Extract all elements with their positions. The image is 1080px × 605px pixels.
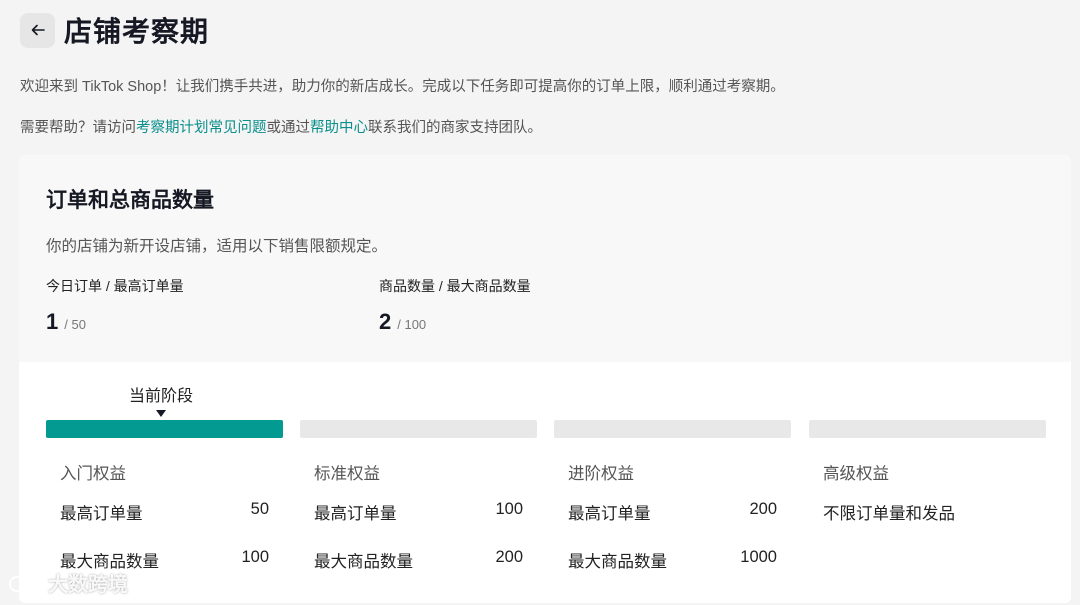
help-prefix: 需要帮助？请访问 — [20, 120, 136, 136]
tier-row-label: 最高订单量 — [60, 505, 143, 523]
tier-row-label: 最高订单量 — [568, 505, 651, 523]
back-button[interactable] — [20, 12, 55, 48]
watermark-text: 大数跨境 — [48, 574, 128, 596]
tier-advanced: 进阶权益 最高订单量 200 最大商品数量 1000 — [554, 420, 791, 572]
tier-row-value: 1000 — [740, 548, 777, 566]
tier-row-label: 最高订单量 — [314, 505, 397, 523]
card-title: 订单和总商品数量 — [46, 189, 214, 212]
page-header: 店铺考察期 — [20, 10, 209, 50]
tier-row-label: 最大商品数量 — [314, 553, 413, 571]
products-max: / 100 — [397, 317, 427, 332]
tier-row-value: 100 — [495, 500, 523, 518]
tier-row-label: 最大商品数量 — [568, 553, 667, 571]
tier-row-value: 100 — [241, 548, 269, 566]
current-stage-label: 当前阶段 — [129, 388, 194, 405]
faq-link[interactable]: 考察期计划常见问题 — [136, 120, 267, 136]
intro-text: 欢迎来到 TikTok Shop！让我们携手共进，助力你的新店成长。完成以下任务… — [20, 79, 785, 95]
caret-down-icon — [156, 410, 166, 417]
tier-max-orders: 最高订单量 200 — [568, 500, 791, 524]
tier-progress-bar — [300, 420, 537, 438]
tier-name: 标准权益 — [314, 465, 380, 483]
tier-name: 进阶权益 — [568, 465, 634, 483]
help-suffix: 联系我们的商家支持团队。 — [368, 120, 542, 136]
orders-stat-value: 1 / 50 — [46, 309, 184, 335]
tier-name: 入门权益 — [60, 465, 126, 483]
products-count: 2 — [379, 309, 392, 334]
tier-starter: 入门权益 最高订单量 50 最大商品数量 100 — [46, 420, 283, 572]
products-stat: 商品数量 / 最大商品数量 2 / 100 — [379, 276, 531, 335]
tier-row-label: 不限订单量和发品 — [823, 505, 955, 523]
tier-progress-bar — [46, 420, 283, 438]
products-stat-label: 商品数量 / 最大商品数量 — [379, 278, 531, 294]
tier-max-orders: 最高订单量 100 — [314, 500, 537, 524]
tier-progress-bar — [809, 420, 1046, 438]
tier-row-value: 200 — [749, 500, 777, 518]
card-summary: 订单和总商品数量 你的店铺为新开设店铺，适用以下销售限额规定。 今日订单 / 最… — [19, 155, 1071, 362]
help-middle: 或通过 — [266, 120, 311, 136]
tier-standard: 标准权益 最高订单量 100 最大商品数量 200 — [300, 420, 537, 572]
page-title: 店铺考察期 — [64, 16, 210, 47]
current-stage-marker: 当前阶段 — [129, 382, 193, 417]
tier-premium: 高级权益 不限订单量和发品 — [809, 420, 1046, 524]
help-center-link[interactable]: 帮助中心 — [310, 120, 368, 136]
tier-name: 高级权益 — [823, 465, 889, 483]
tier-row-value: 200 — [495, 548, 523, 566]
products-stat-value: 2 / 100 — [379, 309, 531, 335]
orders-count: 1 — [46, 309, 59, 334]
limits-card: 订单和总商品数量 你的店铺为新开设店铺，适用以下销售限额规定。 今日订单 / 最… — [19, 155, 1071, 603]
card-description: 你的店铺为新开设店铺，适用以下销售限额规定。 — [46, 238, 388, 255]
tier-unlimited: 不限订单量和发品 — [823, 500, 1046, 524]
orders-stat-label: 今日订单 / 最高订单量 — [46, 278, 184, 294]
tier-row-value: 50 — [250, 500, 269, 518]
arrow-left-icon — [31, 24, 45, 36]
orders-stat: 今日订单 / 最高订单量 1 / 50 — [46, 276, 184, 335]
tier-max-products: 最大商品数量 1000 — [568, 548, 791, 572]
watermark: 大数跨境 — [8, 568, 128, 597]
orders-max: / 50 — [64, 317, 86, 332]
tier-max-orders: 最高订单量 50 — [60, 500, 283, 524]
tier-progress-bar — [554, 420, 791, 438]
help-text: 需要帮助？请访问考察期计划常见问题或通过帮助中心联系我们的商家支持团队。 — [20, 116, 542, 137]
tier-max-products: 最大商品数量 200 — [314, 548, 537, 572]
watermark-logo-icon — [9, 573, 46, 592]
